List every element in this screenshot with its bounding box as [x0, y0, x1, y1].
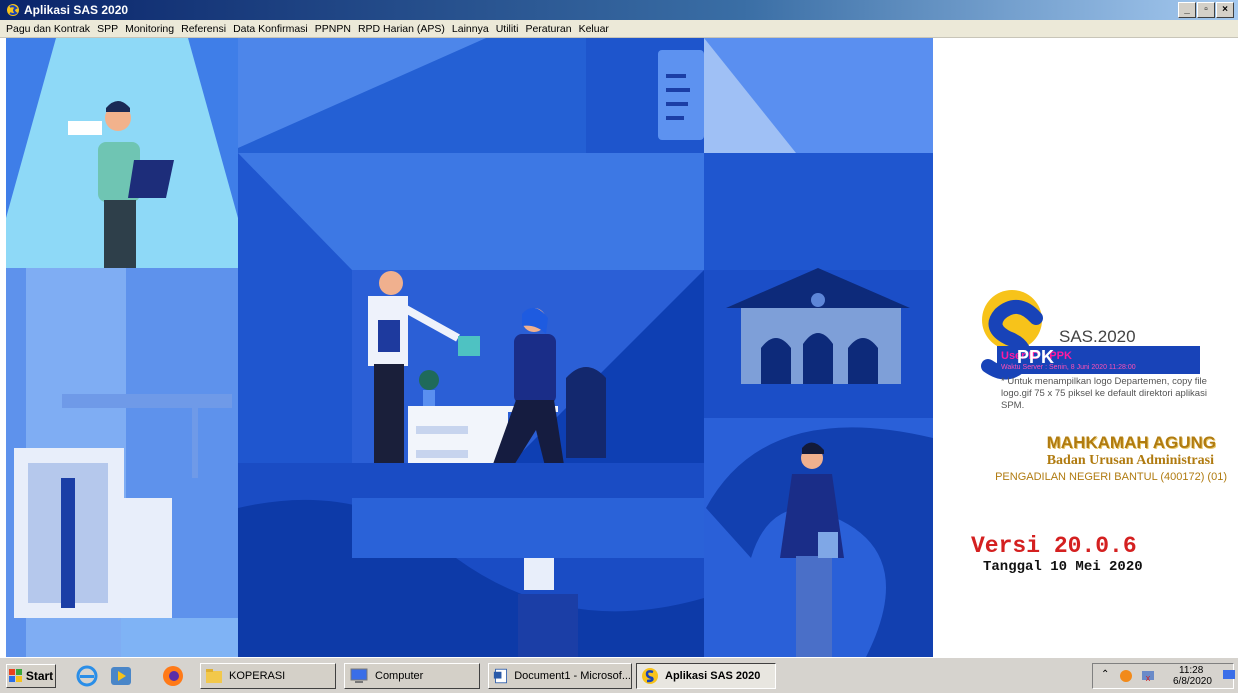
org-division: Badan Urusan Administrasi [1046, 453, 1214, 468]
menu-keluar[interactable]: Keluar [579, 23, 609, 35]
taskbar-item-label: Aplikasi SAS 2020 [665, 670, 761, 682]
clock-date[interactable]: 6/8/2020 [1173, 676, 1212, 687]
version-label: Versi 20.0.6 [971, 533, 1137, 559]
close-icon[interactable]: × [1216, 2, 1234, 18]
maximize-icon[interactable]: ▫ [1197, 2, 1215, 18]
menu-monitoring[interactable]: Monitoring [125, 23, 174, 35]
menu-pagu-dan-kontrak[interactable]: Pagu dan Kontrak [6, 23, 90, 35]
menu-bar: Pagu dan Kontrak SPP Monitoring Referens… [0, 20, 1238, 38]
system-tray: ⌃ x 11:28 6/8/2020 [1092, 663, 1234, 689]
show-desktop-icon[interactable] [1222, 669, 1236, 681]
menu-data-konfirmasi[interactable]: Data Konfirmasi [233, 23, 308, 35]
taskbar-item-label: Computer [375, 670, 424, 682]
server-time: Waktu Server : Senin, 8 Juni 2020 11:28:… [1001, 364, 1136, 371]
computer-icon [350, 668, 368, 683]
network-error-icon[interactable]: x [1141, 669, 1155, 683]
start-label: Start [25, 669, 54, 683]
menu-lainnya[interactable]: Lainnya [452, 23, 489, 35]
menu-spp[interactable]: SPP [97, 23, 118, 35]
menu-ppnpn[interactable]: PPNPN [315, 23, 351, 35]
menu-utiliti[interactable]: Utiliti [496, 23, 519, 35]
tray-app-icon[interactable] [1119, 669, 1133, 683]
firefox-icon[interactable] [160, 664, 186, 688]
sas-app-icon [7, 4, 19, 16]
info-panel: SAS.2020 User ID : PPK PPK Waktu Server … [933, 38, 1238, 657]
taskbar-item-label: KOPERASI [229, 670, 286, 682]
taskbar-item-koperasi[interactable]: KOPERASI [200, 663, 336, 689]
taskbar-item-sas-2020[interactable]: Aplikasi SAS 2020 [636, 663, 776, 689]
start-button[interactable]: Start [6, 664, 56, 688]
clock-time[interactable]: 11:28 [1179, 665, 1203, 676]
word-document-icon [493, 668, 507, 684]
minimize-icon[interactable]: _ [1178, 2, 1196, 18]
taskbar-item-document1[interactable]: Document1 - Microsof... [488, 663, 632, 689]
taskbar-item-label: Document1 - Microsof... [514, 670, 631, 682]
window-title: Aplikasi SAS 2020 [24, 3, 129, 17]
menu-rpd-harian[interactable]: RPD Harian (APS) [358, 23, 445, 35]
release-date: Tanggal 10 Mei 2020 [983, 559, 1143, 575]
show-hidden-icons-icon[interactable]: ⌃ [1101, 669, 1109, 680]
taskbar: Start KOPERASI Computer Document1 - Micr… [0, 657, 1238, 693]
document-icon [658, 50, 704, 140]
svg-text:x: x [1146, 673, 1151, 683]
splash-illustration [6, 38, 933, 657]
menu-referensi[interactable]: Referensi [181, 23, 226, 35]
windows-logo-icon [8, 669, 22, 682]
window-title-bar[interactable]: Aplikasi SAS 2020 _ ▫ × [0, 0, 1238, 20]
taskbar-item-computer[interactable]: Computer [344, 663, 480, 689]
menu-peraturan[interactable]: Peraturan [525, 23, 571, 35]
app-name: SAS.2020 [1059, 327, 1136, 346]
sas-app-icon [642, 668, 658, 684]
org-unit: PENGADILAN NEGERI BANTUL (400172) (01) [995, 471, 1227, 483]
org-name: MAHKAMAH AGUNG [1046, 433, 1216, 452]
media-player-icon[interactable] [108, 664, 134, 688]
folder-icon [206, 669, 222, 683]
internet-explorer-icon[interactable] [74, 664, 100, 688]
logo-note: * Untuk menampilkan logo Departemen, cop… [1001, 376, 1207, 411]
